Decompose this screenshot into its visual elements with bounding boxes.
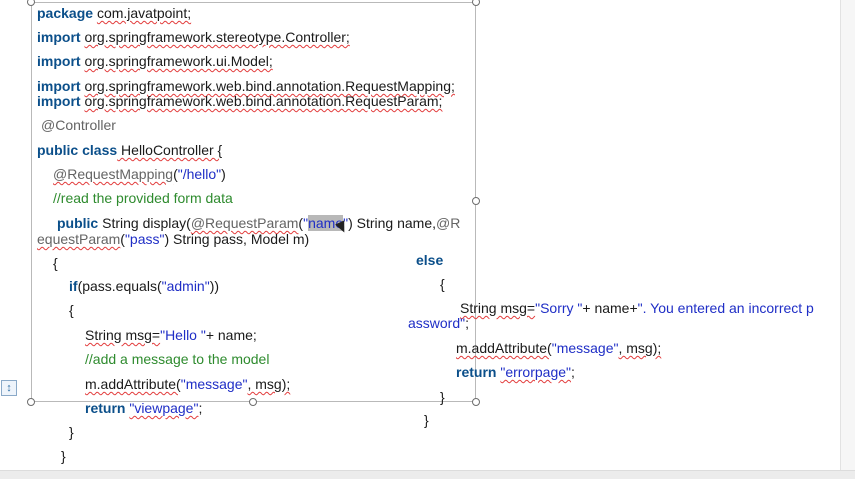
code-line-package: package com.javatpoint;	[37, 5, 192, 21]
code-line-import-controller: import org.springframework.stereotype.Co…	[37, 29, 350, 45]
code-line-controller-annotation: @Controller	[41, 117, 116, 133]
resize-handle-bottom-middle[interactable]	[249, 398, 257, 406]
code-line-msg-sorry: String msg="Sorry "+ name+". You entered…	[460, 300, 814, 316]
document-canvas[interactable]: ↕ package com.javatpoint; import org.spr…	[0, 0, 855, 478]
resize-handle-bottom-left[interactable]	[27, 398, 35, 406]
resize-handle-bottom-right[interactable]	[472, 398, 480, 406]
code-line-import-requestmapping: import org.springframework.web.bind.anno…	[37, 78, 455, 94]
code-line-class-declaration: public class HelloController {	[37, 142, 223, 158]
code-comment-form-data: //read the provided form data	[53, 190, 233, 206]
code-line-import-requestparam: import org.springframework.web.bind.anno…	[37, 93, 443, 109]
code-comment-add-message: //add a message to the model	[85, 351, 270, 367]
resize-handle-middle-right[interactable]	[472, 197, 480, 205]
code-line-msg-hello: String msg="Hello "+ name;	[85, 327, 257, 343]
code-brace-open-else: {	[440, 276, 445, 292]
code-line-import-model: import org.springframework.ui.Model;	[37, 53, 273, 69]
code-brace-close-else-inner: }	[440, 389, 445, 405]
right-edge-pane	[840, 0, 855, 478]
code-line-return-viewpage: return "viewpage";	[85, 400, 203, 416]
code-line-method-signature: public String display(@RequestParam("nam…	[57, 215, 461, 231]
layout-options-icon[interactable]: ↕	[1, 380, 17, 396]
code-line-else: else	[416, 252, 444, 268]
code-line-return-errorpage: return "errorpage";	[456, 364, 575, 380]
code-line-if: if(pass.equals("admin"))	[69, 278, 220, 294]
code-line-request-mapping: @RequestMapping("/hello")	[53, 166, 226, 182]
code-line-msg-sorry-cont: assword";	[408, 315, 469, 331]
resize-handle-top-right[interactable]	[472, 0, 480, 6]
code-brace-open-if: {	[69, 302, 74, 318]
code-brace-open-method: {	[53, 255, 58, 271]
code-line-add-attribute-else: m.addAttribute("message", msg);	[456, 340, 662, 356]
code-brace-close-if: }	[69, 424, 74, 440]
code-brace-close-else-outer: }	[424, 412, 429, 428]
code-brace-close-method: }	[61, 448, 66, 464]
code-line-add-attribute: m.addAttribute("message", msg);	[85, 376, 291, 392]
code-line-method-signature-cont: equestParam("pass") String pass, Model m…	[37, 231, 310, 247]
